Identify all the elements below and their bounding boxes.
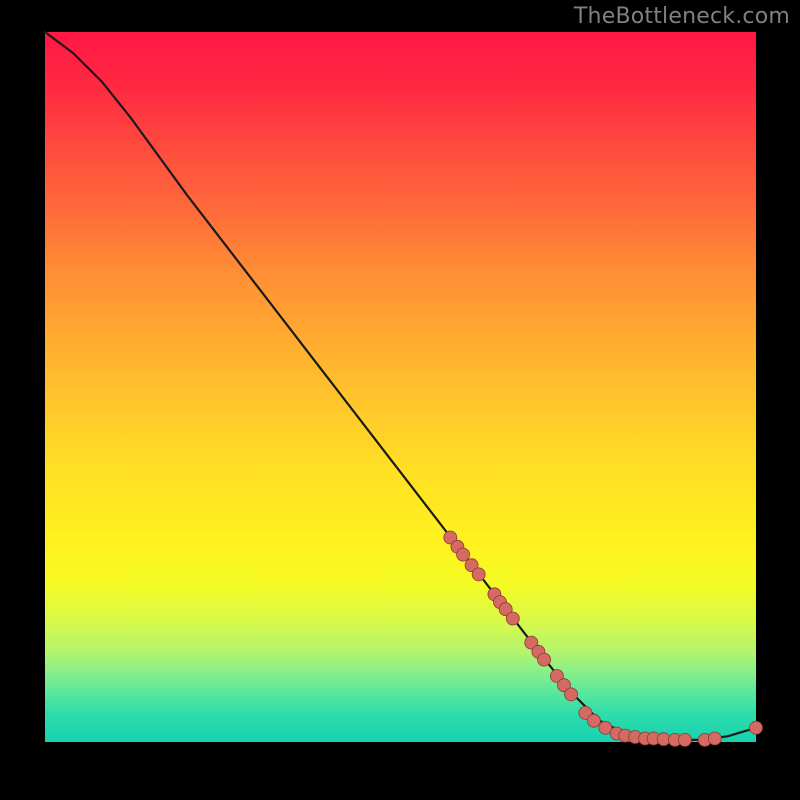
marker-dot (678, 733, 691, 746)
marker-dot (457, 548, 470, 561)
marker-dot (506, 612, 519, 625)
marker-dot (708, 732, 721, 745)
figure: TheBottleneck.com (0, 0, 800, 800)
chart-overlay (45, 32, 756, 742)
curve-line (45, 32, 756, 740)
plot-area (45, 32, 756, 742)
marker-dot (750, 721, 763, 734)
marker-dots (444, 531, 763, 746)
marker-dot (587, 714, 600, 727)
marker-dot (472, 568, 485, 581)
marker-dot (538, 653, 551, 666)
marker-dot (565, 688, 578, 701)
attribution-text: TheBottleneck.com (574, 4, 790, 29)
